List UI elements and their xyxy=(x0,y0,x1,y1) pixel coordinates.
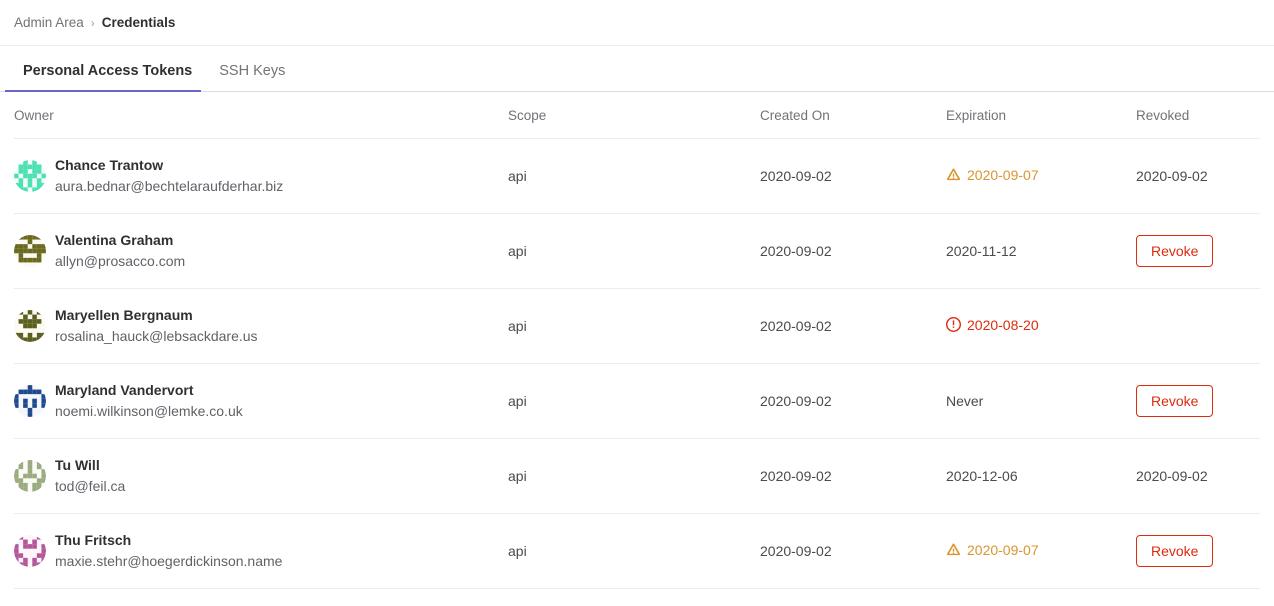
avatar xyxy=(14,460,46,492)
owner-name: Chance Trantow xyxy=(55,157,164,173)
column-header-owner: Owner xyxy=(14,107,54,123)
cell-expiration: 2020-12-06 xyxy=(946,468,1136,484)
owner-name: Thu Fritsch xyxy=(55,532,132,548)
table-header-row: Owner Scope Created On Expiration Revoke… xyxy=(14,92,1260,139)
cell-owner: Tu Will tod@feil.ca xyxy=(14,455,508,497)
table-row: Chance Trantow aura.bednar@bechtelaraufd… xyxy=(14,139,1260,214)
expiration-value: Never xyxy=(946,393,984,409)
column-header-expiration: Expiration xyxy=(946,107,1007,123)
owner-email: aura.bednar@bechtelaraufderhar.biz xyxy=(55,178,284,194)
breadcrumb: Admin Area › Credentials xyxy=(0,0,1274,45)
tab-ssh-keys[interactable]: SSH Keys xyxy=(210,63,294,92)
cell-expiration: 2020-11-12 xyxy=(946,243,1136,259)
breadcrumb-separator-icon: › xyxy=(90,15,95,30)
expiration-value: 2020-11-12 xyxy=(946,243,1017,259)
cell-expiration: 2020-08-20 xyxy=(946,317,1136,336)
table-row: Maryland Vandervort noemi.wilkinson@lemk… xyxy=(14,364,1260,439)
cell-scope: api xyxy=(508,318,527,334)
expiration-value: 2020-08-20 xyxy=(967,316,1039,333)
cell-scope: api xyxy=(508,468,527,484)
column-header-created-on: Created On xyxy=(760,107,830,123)
owner-email: rosalina_hauck@lebsackdare.us xyxy=(55,328,258,344)
cell-created-on: 2020-09-02 xyxy=(760,318,832,334)
error-circle-icon xyxy=(946,317,961,333)
avatar xyxy=(14,160,46,192)
tab-bar: Personal Access Tokens SSH Keys xyxy=(0,45,1274,92)
owner-name: Maryellen Bergnaum xyxy=(55,307,193,323)
breadcrumb-current-credentials: Credentials xyxy=(101,15,176,30)
cell-scope: api xyxy=(508,543,527,559)
revoke-button[interactable]: Revoke xyxy=(1136,235,1214,267)
owner-name: Maryland Vandervort xyxy=(55,382,194,398)
cell-created-on: 2020-09-02 xyxy=(760,168,832,184)
cell-expiration: Never xyxy=(946,393,1136,409)
cell-created-on: 2020-09-02 xyxy=(760,468,832,484)
revoke-button[interactable]: Revoke xyxy=(1136,535,1214,567)
warning-triangle-icon xyxy=(946,542,961,557)
cell-owner: Chance Trantow aura.bednar@bechtelaraufd… xyxy=(14,155,508,197)
cell-created-on: 2020-09-02 xyxy=(760,243,832,259)
cell-owner: Maryland Vandervort noemi.wilkinson@lemk… xyxy=(14,380,508,422)
owner-email: maxie.stehr@hoegerdickinson.name xyxy=(55,553,283,569)
cell-owner: Thu Fritsch maxie.stehr@hoegerdickinson.… xyxy=(14,530,508,572)
column-header-scope: Scope xyxy=(508,107,547,123)
cell-expiration: 2020-09-07 xyxy=(946,167,1136,186)
expiration-value: 2020-12-06 xyxy=(946,468,1018,484)
tab-personal-access-tokens[interactable]: Personal Access Tokens xyxy=(4,63,202,92)
table-row: Tu Will tod@feil.ca api 2020-09-02 2020-… xyxy=(14,439,1260,514)
avatar xyxy=(14,385,46,417)
credentials-table: Owner Scope Created On Expiration Revoke… xyxy=(0,92,1274,589)
avatar xyxy=(14,535,46,567)
revoke-button[interactable]: Revoke xyxy=(1136,385,1214,417)
owner-email: allyn@prosacco.com xyxy=(55,253,186,269)
cell-scope: api xyxy=(508,393,527,409)
revoked-date: 2020-09-02 xyxy=(1136,168,1208,184)
cell-scope: api xyxy=(508,243,527,259)
cell-revoked: Revoke xyxy=(1136,535,1260,567)
warning-triangle-icon xyxy=(946,167,961,182)
table-body: Chance Trantow aura.bednar@bechtelaraufd… xyxy=(14,139,1260,589)
cell-revoked: 2020-09-02 xyxy=(1136,168,1260,184)
table-row: Maryellen Bergnaum rosalina_hauck@lebsac… xyxy=(14,289,1260,364)
revoked-date: 2020-09-02 xyxy=(1136,468,1208,484)
owner-email: tod@feil.ca xyxy=(55,478,126,494)
column-header-revoked: Revoked xyxy=(1136,107,1190,123)
cell-owner: Maryellen Bergnaum rosalina_hauck@lebsac… xyxy=(14,305,508,347)
cell-created-on: 2020-09-02 xyxy=(760,393,832,409)
avatar xyxy=(14,235,46,267)
expiration-value: 2020-09-07 xyxy=(967,166,1039,183)
avatar xyxy=(14,310,46,342)
cell-owner: Valentina Graham allyn@prosacco.com xyxy=(14,230,508,272)
cell-created-on: 2020-09-02 xyxy=(760,543,832,559)
table-row: Thu Fritsch maxie.stehr@hoegerdickinson.… xyxy=(14,514,1260,589)
owner-name: Tu Will xyxy=(55,457,100,473)
breadcrumb-link-admin-area[interactable]: Admin Area xyxy=(14,15,84,30)
expiration-value: 2020-09-07 xyxy=(967,541,1039,558)
owner-email: noemi.wilkinson@lemke.co.uk xyxy=(55,403,243,419)
cell-revoked: Revoke xyxy=(1136,385,1260,417)
cell-expiration: 2020-09-07 xyxy=(946,542,1136,561)
cell-revoked: Revoke xyxy=(1136,235,1260,267)
cell-scope: api xyxy=(508,168,527,184)
cell-revoked: 2020-09-02 xyxy=(1136,468,1260,484)
owner-name: Valentina Graham xyxy=(55,232,174,248)
table-row: Valentina Graham allyn@prosacco.com api … xyxy=(14,214,1260,289)
